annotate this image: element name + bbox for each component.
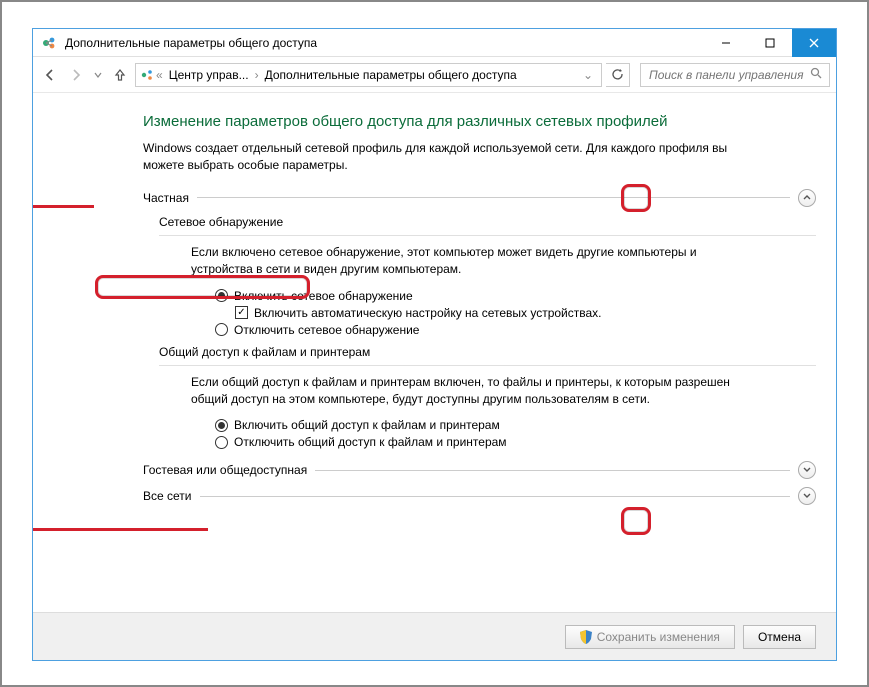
network-icon [140,68,154,82]
breadcrumb-item[interactable]: Дополнительные параметры общего доступа [261,68,521,82]
expand-button[interactable] [798,461,816,479]
fileshare-title: Общий доступ к файлам и принтерам [159,345,816,359]
subsection-discovery: Сетевое обнаружение Если включено сетево… [159,215,816,337]
radio-label: Включить общий доступ к файлам и принтер… [234,418,500,432]
maximize-button[interactable] [748,29,792,57]
divider [159,365,816,366]
divider [197,197,790,198]
subsection-fileshare: Общий доступ к файлам и принтерам Если о… [159,345,816,450]
cancel-button-label: Отмена [758,630,801,644]
search-box[interactable] [640,63,830,87]
divider [159,235,816,236]
cancel-button[interactable]: Отмена [743,625,816,649]
annotation-underline [33,205,94,208]
window-title: Дополнительные параметры общего доступа [65,36,704,50]
checkbox-icon [235,306,248,319]
annotation-underline [33,528,208,531]
radio-fileshare-on[interactable]: Включить общий доступ к файлам и принтер… [215,418,816,432]
shield-icon [580,630,592,644]
radio-discovery-off[interactable]: Отключить сетевое обнаружение [215,323,816,337]
fileshare-explain: Если общий доступ к файлам и принтерам в… [191,374,731,409]
search-input[interactable] [647,67,810,83]
radio-icon [215,436,228,449]
back-button[interactable] [39,64,61,86]
breadcrumb-item[interactable]: Центр управ... [165,68,253,82]
recent-dropdown[interactable] [91,64,105,86]
checkbox-label: Включить автоматическую настройку на сет… [254,306,602,320]
page-heading: Изменение параметров общего доступа для … [143,113,816,130]
app-icon [41,35,57,51]
radio-fileshare-off[interactable]: Отключить общий доступ к файлам и принте… [215,435,816,449]
navbar: « Центр управ... › Дополнительные параме… [33,57,836,93]
radio-discovery-on[interactable]: Включить сетевое обнаружение [215,289,816,303]
breadcrumb[interactable]: « Центр управ... › Дополнительные параме… [135,63,602,87]
expand-button[interactable] [798,487,816,505]
section-guest[interactable]: Гостевая или общедоступная [143,461,816,479]
minimize-button[interactable] [704,29,748,57]
section-all[interactable]: Все сети [143,487,816,505]
section-all-label: Все сети [143,489,192,503]
page-description: Windows создает отдельный сетевой профил… [143,140,733,175]
radio-label: Отключить сетевое обнаружение [234,323,419,337]
radio-icon [215,419,228,432]
radio-icon [215,323,228,336]
titlebar: Дополнительные параметры общего доступа [33,29,836,57]
close-button[interactable] [792,29,836,57]
checkbox-auto-setup[interactable]: Включить автоматическую настройку на сет… [235,306,816,320]
content-area: Изменение параметров общего доступа для … [33,93,836,612]
section-guest-label: Гостевая или общедоступная [143,463,307,477]
chevron-right-icon: › [255,68,259,82]
breadcrumb-sep: « [156,68,163,82]
up-button[interactable] [109,64,131,86]
collapse-button[interactable] [798,189,816,207]
section-private-label: Частная [143,191,189,205]
discovery-explain: Если включено сетевое обнаружение, этот … [191,244,731,279]
button-bar: Сохранить изменения Отмена [33,612,836,660]
chevron-down-icon[interactable]: ⌄ [579,68,597,82]
section-private[interactable]: Частная [143,189,816,207]
divider [200,496,791,497]
search-icon [810,67,823,83]
radio-label: Включить сетевое обнаружение [234,289,413,303]
annotation-box [621,507,651,535]
forward-button[interactable] [65,64,87,86]
save-button-label: Сохранить изменения [597,630,720,644]
save-button[interactable]: Сохранить изменения [565,625,735,649]
window: Дополнительные параметры общего доступа … [32,28,837,661]
radio-icon [215,289,228,302]
refresh-button[interactable] [606,63,630,87]
divider [315,470,790,471]
discovery-title: Сетевое обнаружение [159,215,816,229]
radio-label: Отключить общий доступ к файлам и принте… [234,435,507,449]
